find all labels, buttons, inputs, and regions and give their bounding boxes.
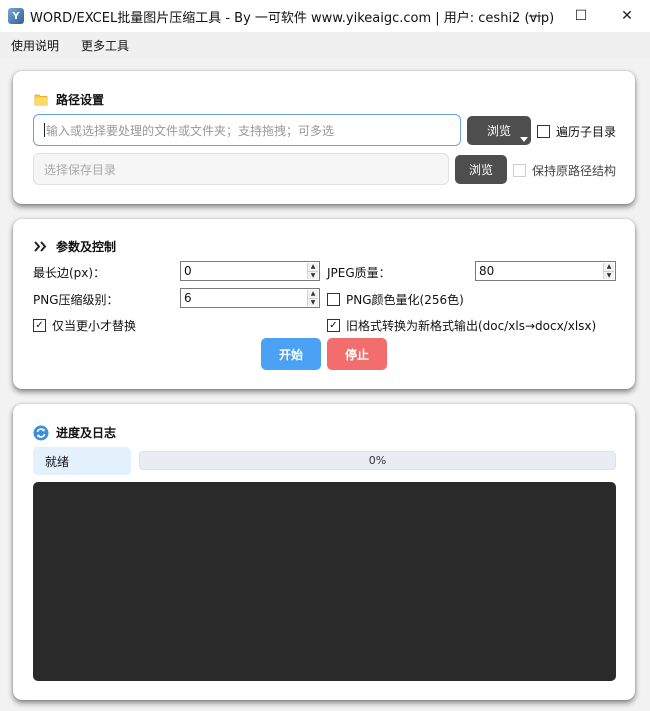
app-icon: Y xyxy=(8,8,24,24)
progress-title: 进度及日志 xyxy=(33,424,116,441)
params-card: 参数及控制 最长边(px)： 0 ▲ ▼ JPEG质量： 80 ▲ ▼ PNG压… xyxy=(13,219,635,389)
jpeg-quality-label: JPEG质量： xyxy=(327,266,391,280)
path-settings-title: 路径设置 xyxy=(33,91,104,108)
png-level-spin-buttons: ▲ ▼ xyxy=(307,290,318,306)
spin-up-icon[interactable]: ▲ xyxy=(604,263,614,272)
dropdown-arrow-icon[interactable] xyxy=(520,137,528,142)
source-path-placeholder: 输入或选择要处理的文件或文件夹；支持拖拽；可多选 xyxy=(46,123,335,138)
save-dir-input[interactable]: 选择保存目录 xyxy=(33,153,449,185)
window-controls: — ☐ ✕ xyxy=(512,0,650,32)
keep-structure-checkbox[interactable]: 保持原路径结构 xyxy=(513,162,616,179)
stop-button[interactable]: 停止 xyxy=(327,338,387,370)
spin-down-icon[interactable]: ▼ xyxy=(604,271,614,279)
convert-legacy-checkbox[interactable]: ✓ 旧格式转换为新格式输出(doc/xls→docx/xlsx) xyxy=(327,317,596,334)
replace-smaller-checkbox-box[interactable]: ✓ xyxy=(33,319,46,332)
status-badge: 就绪 xyxy=(33,447,131,475)
keep-structure-label: 保持原路径结构 xyxy=(532,164,617,178)
double-chevron-icon xyxy=(33,239,49,255)
convert-legacy-checkbox-box[interactable]: ✓ xyxy=(327,319,340,332)
browse-source-button[interactable]: 浏览 xyxy=(467,116,531,145)
png-quantize-label: PNG颜色量化(256色) xyxy=(346,293,464,307)
spin-up-icon[interactable]: ▲ xyxy=(308,290,318,299)
start-button[interactable]: 开始 xyxy=(261,338,321,370)
png-quantize-checkbox-box[interactable] xyxy=(327,293,340,306)
replace-smaller-label: 仅当更小才替换 xyxy=(52,319,137,333)
path-settings-label: 路径设置 xyxy=(56,93,105,107)
progress-text: 0% xyxy=(368,454,387,467)
png-quantize-checkbox[interactable]: PNG颜色量化(256色) xyxy=(327,291,464,308)
jpeg-quality-spinbox[interactable]: 80 ▲ ▼ xyxy=(475,261,616,281)
log-area[interactable] xyxy=(33,482,616,681)
window-title: WORD/EXCEL批量图片压缩工具 - By 一可软件 www.yikeaig… xyxy=(30,10,555,26)
replace-smaller-checkbox[interactable]: ✓ 仅当更小才替换 xyxy=(33,317,136,334)
max-side-value: 0 xyxy=(184,264,192,278)
folder-icon xyxy=(33,92,49,108)
menu-item-help[interactable]: 使用说明 xyxy=(0,37,70,54)
refresh-icon xyxy=(33,425,49,441)
browse-save-label: 浏览 xyxy=(468,163,493,177)
source-path-input[interactable]: 输入或选择要处理的文件或文件夹；支持拖拽；可多选 xyxy=(33,114,461,146)
title-bar: Y WORD/EXCEL批量图片压缩工具 - By 一可软件 www.yikea… xyxy=(0,0,650,32)
spin-up-icon[interactable]: ▲ xyxy=(308,263,318,272)
path-settings-card: 路径设置 输入或选择要处理的文件或文件夹；支持拖拽；可多选 浏览 遍历子目录 选… xyxy=(13,71,635,204)
convert-legacy-label: 旧格式转换为新格式输出(doc/xls→docx/xlsx) xyxy=(346,319,597,333)
recursive-checkbox-box[interactable] xyxy=(537,125,550,138)
max-side-spin-buttons: ▲ ▼ xyxy=(307,263,318,279)
jpeg-quality-spin-buttons: ▲ ▼ xyxy=(603,263,614,279)
save-dir-placeholder: 选择保存目录 xyxy=(44,162,117,177)
params-label: 参数及控制 xyxy=(56,240,117,254)
jpeg-quality-value: 80 xyxy=(479,264,495,278)
recursive-checkbox-label: 遍历子目录 xyxy=(556,125,617,139)
browse-save-button[interactable]: 浏览 xyxy=(455,155,507,184)
png-level-spinbox[interactable]: 6 ▲ ▼ xyxy=(180,288,320,308)
max-side-label: 最长边(px)： xyxy=(33,266,106,280)
text-cursor xyxy=(44,123,45,137)
recursive-checkbox[interactable]: 遍历子目录 xyxy=(537,123,616,140)
progress-bar: 0% xyxy=(139,451,616,470)
menu-bar: 使用说明 更多工具 xyxy=(0,32,650,58)
close-button[interactable]: ✕ xyxy=(604,0,650,32)
minimize-button[interactable]: — xyxy=(512,0,558,32)
params-title: 参数及控制 xyxy=(33,238,116,255)
menu-item-more-tools[interactable]: 更多工具 xyxy=(70,37,140,54)
progress-label: 进度及日志 xyxy=(56,426,117,440)
keep-structure-checkbox-box[interactable] xyxy=(513,164,526,177)
max-side-spinbox[interactable]: 0 ▲ ▼ xyxy=(180,261,320,281)
browse-source-label: 浏览 xyxy=(486,124,511,138)
maximize-button[interactable]: ☐ xyxy=(558,0,604,32)
png-level-label: PNG压缩级别： xyxy=(33,293,119,307)
progress-card: 进度及日志 就绪 0% xyxy=(13,404,635,700)
spin-down-icon[interactable]: ▼ xyxy=(308,298,318,306)
spin-down-icon[interactable]: ▼ xyxy=(308,271,318,279)
png-level-value: 6 xyxy=(184,291,192,305)
